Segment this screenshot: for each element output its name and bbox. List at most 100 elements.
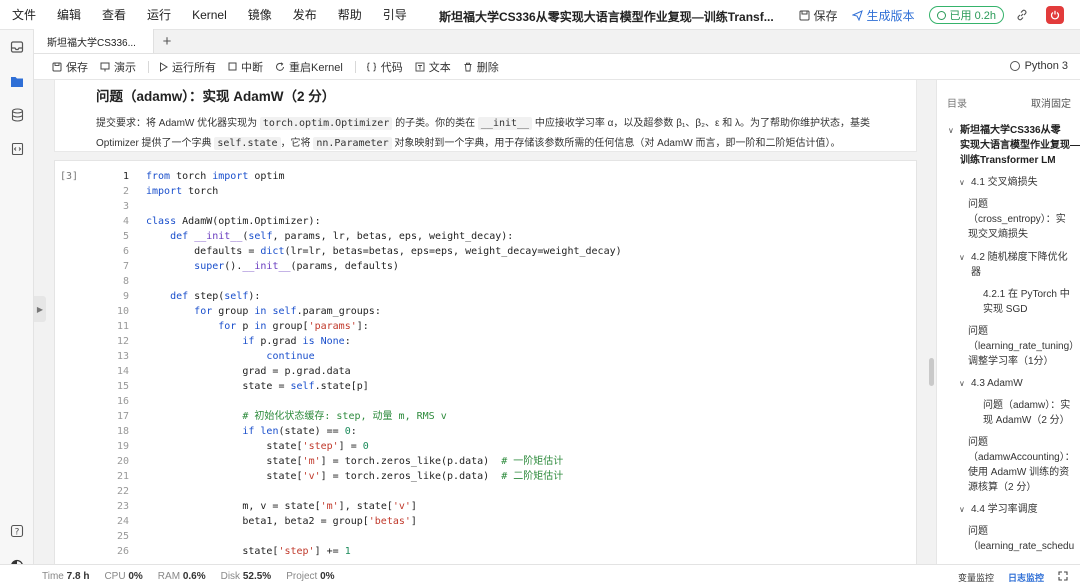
activity-bar: ? <box>0 30 34 573</box>
play-icon <box>160 61 168 72</box>
outline-item[interactable]: 问题（adamw）：实 <box>983 398 1070 413</box>
inline-code: torch.optim.Optimizer <box>259 117 393 130</box>
outline-item[interactable]: 现交叉熵损失 <box>968 227 1028 242</box>
paragraph-text: 提交要求：将 AdamW 优化器实现为 <box>96 118 260 129</box>
publish-version-button[interactable]: 生成版本 <box>851 7 915 24</box>
markdown-cell[interactable]: 问题（adamw）：实现 AdamW（2 分） 提交要求：将 AdamW 优化器… <box>54 80 917 152</box>
code-line: 20 state['m'] = torch.zeros_like(p.data)… <box>55 454 918 469</box>
delete-button[interactable]: 删除 <box>463 59 499 75</box>
code-line: 8 <box>55 274 918 289</box>
outline-item[interactable]: 4.2 随机梯度下降优化 <box>971 250 1068 265</box>
delete-label: 删除 <box>476 61 499 74</box>
kernel-name: Python 3 <box>1024 60 1068 72</box>
inbox-icon[interactable] <box>9 39 25 55</box>
menu-image[interactable]: 镜像 <box>248 6 272 23</box>
line-number: 24 <box>116 516 129 527</box>
line-number: 18 <box>116 426 129 437</box>
main-menu: 文件 编辑 查看 运行 Kernel 镜像 发布 帮助 引导 <box>0 6 428 23</box>
link-icon <box>1017 9 1027 21</box>
restart-kernel-button[interactable]: 重启Kernel <box>275 59 343 75</box>
notebook-tab[interactable]: 斯坦福大学CS336... <box>34 29 154 53</box>
database-icon[interactable] <box>9 107 25 123</box>
outline-item[interactable]: （adamwAccounting）： <box>968 450 1075 465</box>
outline-item[interactable]: 问题 <box>968 324 988 339</box>
add-tab-button[interactable]: + <box>154 29 180 53</box>
top-actions: 保存 生成版本 已用 0.2h <box>799 0 1080 30</box>
top-save-button[interactable]: 保存 <box>799 7 838 24</box>
line-number: 15 <box>116 381 129 392</box>
outline-item[interactable]: 4.2.1 在 PyTorch 中 <box>983 287 1070 302</box>
outline-item[interactable]: 4.4 学习率调度 <box>971 502 1038 517</box>
outline-item[interactable]: 问题 <box>968 435 988 450</box>
outline-item[interactable]: 斯坦福大学CS336从零 <box>960 123 1061 138</box>
outline-item[interactable]: （learning_rate_tuning） <box>968 339 1079 354</box>
add-code-button[interactable]: 代码 <box>366 59 403 75</box>
outline-item[interactable]: （learning_rate_schedu <box>968 539 1074 554</box>
publish-version-label: 生成版本 <box>866 8 915 23</box>
outline-item[interactable]: 使用 AdamW 训练的资 <box>968 465 1069 480</box>
menu-file[interactable]: 文件 <box>12 6 36 23</box>
help-icon[interactable]: ? <box>9 523 25 539</box>
link-button[interactable] <box>1016 9 1032 21</box>
unpin-button[interactable]: 取消固定 <box>1031 95 1071 110</box>
outline-item[interactable]: 现 AdamW（2 分） <box>983 413 1070 428</box>
menu-guide[interactable]: 引导 <box>383 6 407 23</box>
collapse-panel-handle[interactable]: ▶ <box>34 296 46 322</box>
folder-icon[interactable] <box>9 73 25 89</box>
outline-header: 目录 取消固定 <box>947 95 1071 110</box>
code-editor[interactable]: 1 from torch import optim 2 import torch 3… <box>55 169 918 559</box>
outline-item[interactable]: 实现 SGD <box>983 302 1027 317</box>
code-line: 18 if len(state) == 0: <box>55 424 918 439</box>
line-number: 13 <box>116 351 129 362</box>
status-label: Project <box>286 571 318 582</box>
menu-kernel[interactable]: Kernel <box>192 8 227 22</box>
menu-publish[interactable]: 发布 <box>293 6 317 23</box>
outline-item[interactable]: 问题 <box>968 524 988 539</box>
code-line: 4 class AdamW(optim.Optimizer): <box>55 214 918 229</box>
add-text-button[interactable]: 文本 <box>415 59 451 75</box>
tab-log-monitor[interactable]: 日志监控 <box>1008 571 1044 584</box>
menu-help[interactable]: 帮助 <box>338 6 362 23</box>
save-label: 保存 <box>66 61 88 74</box>
menu-run[interactable]: 运行 <box>147 6 171 23</box>
chevron-down-icon[interactable]: ∨ <box>959 505 965 514</box>
line-number: 8 <box>122 276 129 287</box>
run-all-button[interactable]: 运行所有 <box>159 59 216 75</box>
paragraph-text: Optimizer 提供了一个字典 <box>96 138 215 149</box>
code-file-icon[interactable] <box>9 141 25 157</box>
outline-item[interactable]: 4.1 交叉熵损失 <box>971 175 1038 190</box>
present-button[interactable]: 演示 <box>100 59 136 75</box>
chevron-down-icon[interactable]: ∨ <box>948 126 954 135</box>
tab-variable-monitor[interactable]: 变量监控 <box>958 571 994 584</box>
cell-paragraph: 提交要求：将 AdamW 优化器实现为 torch.optim.Optimize… <box>96 114 896 154</box>
usage-text: 已用 0.2h <box>949 10 996 22</box>
kernel-status[interactable]: Python 3 <box>1009 60 1068 72</box>
outline-item[interactable]: 训练Transformer LM <box>960 153 1056 168</box>
outline-item[interactable]: 实现大语言模型作业复现— <box>960 138 1080 153</box>
chevron-down-icon[interactable]: ∨ <box>959 253 965 262</box>
status-value: 52.5% <box>242 571 272 582</box>
line-number: 10 <box>116 306 129 317</box>
scrollbar-thumb[interactable] <box>929 358 934 386</box>
save-button[interactable]: 保存 <box>52 59 88 75</box>
line-number: 22 <box>116 486 129 497</box>
menu-view[interactable]: 查看 <box>102 6 126 23</box>
outline-item[interactable]: 源核算（2 分） <box>968 480 1036 495</box>
chevron-down-icon[interactable]: ∨ <box>959 178 965 187</box>
interrupt-button[interactable]: 中断 <box>228 59 263 75</box>
stop-kernel-button[interactable] <box>1046 6 1064 24</box>
line-number: 5 <box>122 231 129 242</box>
menu-edit[interactable]: 编辑 <box>57 6 81 23</box>
outline-item[interactable]: 问题 <box>968 197 988 212</box>
outline-item[interactable]: 调整学习率（1分） <box>968 354 1054 369</box>
outline-item[interactable]: 4.3 AdamW <box>971 376 1023 391</box>
line-number: 17 <box>116 411 129 422</box>
usage-badge: 已用 0.2h <box>928 6 1004 24</box>
chevron-down-icon[interactable]: ∨ <box>959 379 965 388</box>
restart-icon <box>276 61 284 71</box>
outline-item[interactable]: 器 <box>971 265 981 280</box>
code-line: 6 defaults = dict(lr=lr, betas=betas, ep… <box>55 244 918 259</box>
code-cell[interactable]: [3] 1 from torch import optim 2 import tor… <box>54 160 917 564</box>
outline-item[interactable]: （cross_entropy）：实 <box>968 212 1066 227</box>
expand-icon[interactable] <box>1058 571 1068 583</box>
